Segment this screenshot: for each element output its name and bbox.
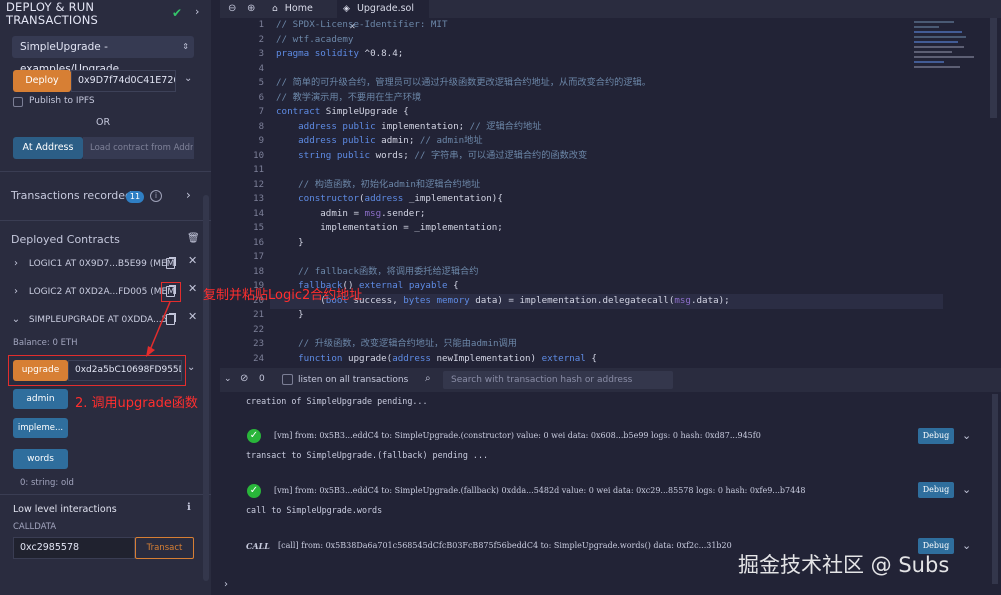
arrow-head (146, 346, 155, 357)
arrow-line (149, 301, 171, 351)
annotation-arrow (146, 301, 171, 357)
